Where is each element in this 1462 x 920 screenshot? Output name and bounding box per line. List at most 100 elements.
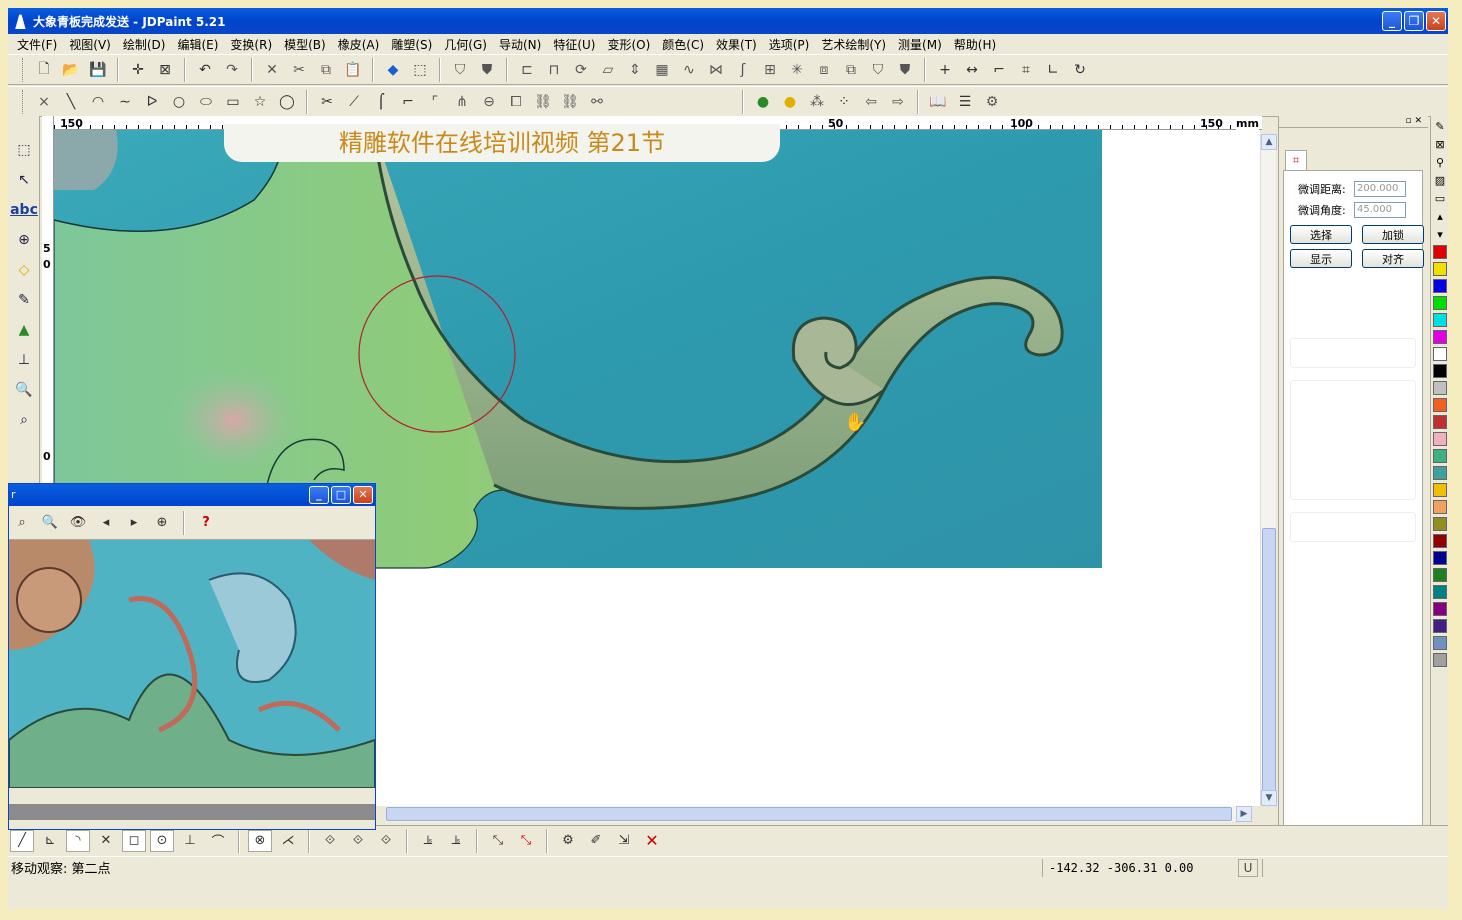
zoom-window-icon[interactable]: ⊕: [151, 512, 173, 534]
scroll-up-icon[interactable]: ▴: [1433, 208, 1447, 224]
crosshair-icon[interactable]: ✛: [126, 58, 150, 82]
align-center-icon[interactable]: ⊓: [542, 58, 566, 82]
menu-draw[interactable]: 绘制(D): [117, 36, 172, 53]
color-swatch[interactable]: [1433, 381, 1447, 395]
align-left-icon[interactable]: ⊏: [515, 58, 539, 82]
snap-cancel-icon[interactable]: ⤡: [514, 830, 538, 852]
angle-field[interactable]: [1354, 201, 1406, 218]
restore-button[interactable]: ❐: [1404, 11, 1424, 31]
arrow-right-icon[interactable]: ⇨: [886, 90, 910, 114]
fillet-icon[interactable]: ⌠: [369, 90, 393, 114]
center-icon[interactable]: ⊙: [150, 829, 174, 852]
pattern-icon[interactable]: ▨: [1433, 172, 1447, 188]
color-swatch[interactable]: [1433, 653, 1447, 667]
chamfer-icon[interactable]: ⌐: [396, 90, 420, 114]
group-icon[interactable]: ⧈: [812, 58, 836, 82]
menu-file[interactable]: 文件(F): [11, 36, 63, 53]
line-icon[interactable]: ╲: [59, 90, 83, 114]
copy-icon[interactable]: ⧉: [314, 58, 338, 82]
snap-point-icon[interactable]: ⊗: [248, 829, 272, 852]
big-circle-icon[interactable]: ◯: [275, 90, 299, 114]
break-icon[interactable]: ⊖: [477, 90, 501, 114]
square-icon[interactable]: ◻: [122, 829, 146, 852]
horizontal-scrollbar[interactable]: ▶: [386, 806, 1252, 822]
new-file-icon[interactable]: 🗋: [32, 58, 56, 82]
color-swatch[interactable]: [1433, 432, 1447, 446]
previous-icon[interactable]: ◂: [95, 512, 117, 534]
menu-model[interactable]: 模型(B): [278, 36, 332, 53]
polyline-icon[interactable]: ᐅ: [140, 90, 164, 114]
preview-close-button[interactable]: ✕: [353, 486, 373, 504]
color-swatch[interactable]: [1433, 517, 1447, 531]
settings-icon[interactable]: ⚙: [980, 90, 1004, 114]
menu-feature[interactable]: 特征(U): [547, 36, 601, 53]
plus-icon[interactable]: +: [933, 58, 957, 82]
node-icon[interactable]: ⋈: [704, 58, 728, 82]
color-swatch[interactable]: [1433, 296, 1447, 310]
spline-icon[interactable]: ʃ: [731, 58, 755, 82]
shield-outline-icon[interactable]: ⛉: [448, 58, 472, 82]
snap-off-icon[interactable]: ⤡: [486, 830, 510, 852]
scroll-thumb[interactable]: [1262, 528, 1276, 792]
array-icon[interactable]: ▦: [650, 58, 674, 82]
pointer-icon[interactable]: ↖: [10, 166, 38, 194]
eye-icon[interactable]: 👁: [67, 512, 89, 534]
curve-icon[interactable]: ∼: [113, 90, 137, 114]
color-swatch[interactable]: [1433, 364, 1447, 378]
light-green-icon[interactable]: ●: [751, 90, 775, 114]
refresh-icon[interactable]: ↻: [1068, 58, 1092, 82]
pen-icon[interactable]: ✎: [1433, 118, 1447, 134]
book-icon[interactable]: 📖: [926, 90, 950, 114]
move-icon[interactable]: ⇲: [612, 830, 636, 852]
sculpt-icon[interactable]: ▲: [10, 316, 38, 344]
point-icon[interactable]: ×: [32, 90, 56, 114]
text-tool-icon[interactable]: abc: [10, 196, 38, 224]
scroll-up-icon[interactable]: ▲: [1261, 134, 1277, 150]
color-swatch[interactable]: [1433, 534, 1447, 548]
preview-window[interactable]: r _ □ ✕ ⌕ 🔍 👁 ◂ ▸ ⊕ ?: [8, 483, 376, 830]
ortho-icon[interactable]: ⊾: [38, 830, 62, 852]
color-swatch[interactable]: [1433, 330, 1447, 344]
color-swatch[interactable]: [1433, 551, 1447, 565]
offset-icon[interactable]: ⌐: [987, 58, 1011, 82]
explode-icon[interactable]: ✳: [785, 58, 809, 82]
menu-view[interactable]: 视图(V): [63, 36, 117, 53]
color-swatch[interactable]: [1433, 449, 1447, 463]
link-alt-icon[interactable]: ⛓: [558, 90, 582, 114]
arc-tool-icon[interactable]: ◝: [66, 829, 90, 852]
gray-swatch-icon[interactable]: ▭: [1433, 190, 1447, 206]
hatch-icon[interactable]: ⚙: [556, 830, 580, 852]
lock-button[interactable]: 加锁: [1362, 225, 1424, 244]
open-folder-icon[interactable]: 📂: [59, 58, 83, 82]
mask-filled-icon[interactable]: ⛊: [893, 58, 917, 82]
join-icon[interactable]: ⋔: [450, 90, 474, 114]
preview-minimize-button[interactable]: _: [309, 486, 329, 504]
zoom-icon[interactable]: ⌕: [10, 406, 38, 434]
perpendicular-icon[interactable]: ⊥: [178, 830, 202, 852]
shield-filled-icon[interactable]: ⛊: [475, 58, 499, 82]
show-button[interactable]: 显示: [1290, 249, 1352, 268]
color-swatch[interactable]: [1433, 415, 1447, 429]
color-swatch[interactable]: [1433, 398, 1447, 412]
scissors-icon[interactable]: ✂: [315, 90, 339, 114]
align-button[interactable]: 对齐: [1362, 249, 1424, 268]
arc-icon[interactable]: ◠: [86, 90, 110, 114]
dropdown-icon[interactable]: ▾: [1433, 226, 1447, 242]
color-swatch[interactable]: [1433, 466, 1447, 480]
color-swatch[interactable]: [1433, 636, 1447, 650]
zoom-icon[interactable]: 🔍: [39, 512, 61, 534]
ellipse-icon[interactable]: ⬭: [194, 90, 218, 114]
unlink-icon[interactable]: ⚯: [585, 90, 609, 114]
lights-icon[interactable]: ⁂: [805, 90, 829, 114]
line-tool-icon[interactable]: ╱: [10, 829, 34, 852]
select-button[interactable]: 选择: [1290, 225, 1352, 244]
layer-icon[interactable]: ⫡: [416, 830, 440, 852]
menu-transform[interactable]: 变换(R): [224, 36, 278, 53]
color-swatch[interactable]: [1433, 279, 1447, 293]
color-swatch[interactable]: [1433, 245, 1447, 259]
undo-icon[interactable]: ↶: [193, 58, 217, 82]
color-swatch[interactable]: [1433, 500, 1447, 514]
grid-icon[interactable]: ⊞: [758, 58, 782, 82]
cut-icon[interactable]: ✂: [287, 58, 311, 82]
menu-guide[interactable]: 导动(N): [493, 36, 547, 53]
